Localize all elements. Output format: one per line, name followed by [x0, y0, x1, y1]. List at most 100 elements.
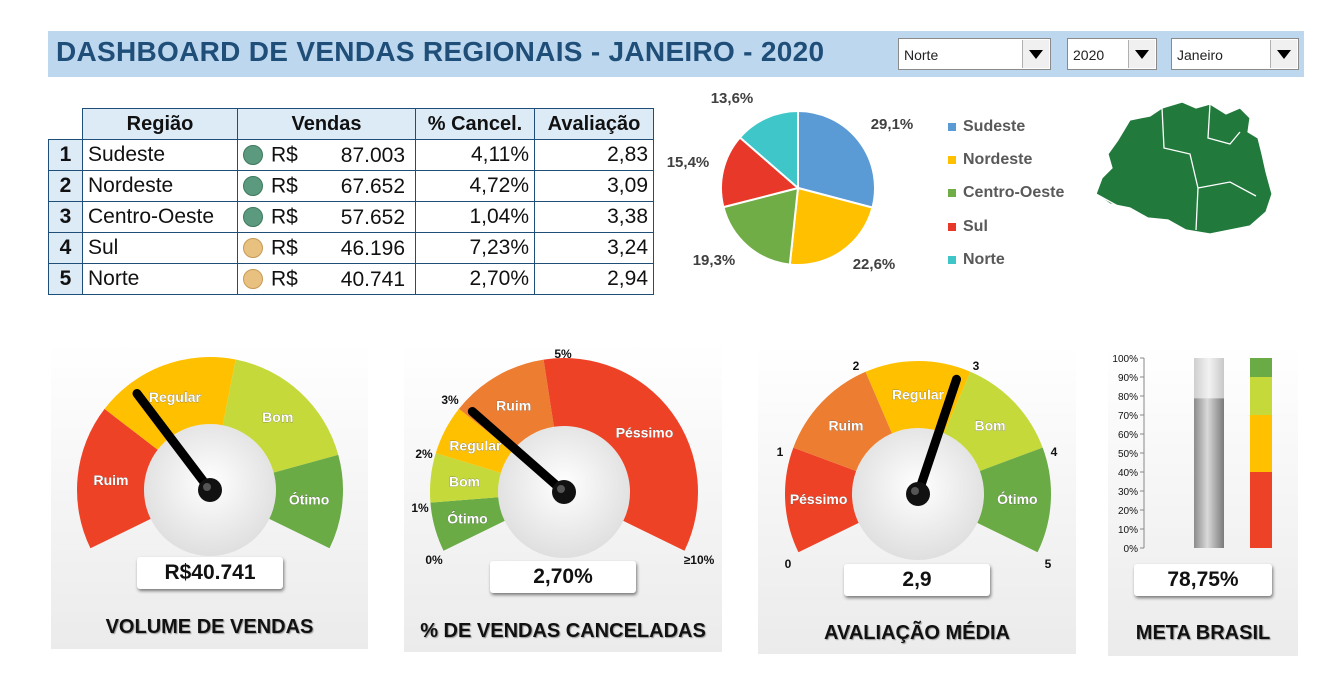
- rank-cell: 1: [48, 139, 83, 171]
- status-dot-icon: [243, 269, 263, 290]
- gauge-tick-label: 5: [1045, 557, 1052, 571]
- gauge-zone-label: Bom: [449, 473, 480, 489]
- vendas-cell: R$ 67.652: [237, 170, 416, 202]
- gauge-zone-label: Péssimo: [790, 491, 848, 507]
- table-row: 1 Sudeste R$ 87.003 4,11% 2,83: [48, 139, 654, 171]
- chevron-down-icon[interactable]: [1128, 40, 1155, 68]
- cancel-cell: 7,23%: [415, 232, 535, 264]
- table-row: 4 Sul R$ 46.196 7,23% 3,24: [48, 232, 654, 264]
- gauge-needle-hub: [906, 482, 930, 506]
- volume-gauge-title: VOLUME DE VENDAS: [105, 616, 314, 638]
- column-header-vendas: Vendas: [237, 108, 416, 140]
- goal-axis-tick: 10%: [1118, 525, 1138, 536]
- page-title: DASHBOARD DE VENDAS REGIONAIS - JANEIRO …: [56, 36, 825, 67]
- rating-gauge-panel: Péssimo Ruim Regular Bom Ótimo 0 1 2 3 4 5 2,9 AVA…: [758, 346, 1076, 654]
- goal-bar-chart: 100% 90% 80% 70% 60% 50% 40% 30% 20% 10% 0%: [1112, 354, 1272, 555]
- gauge-zone-label: Regular: [449, 438, 502, 454]
- cancel-gauge-panel: Ótimo Bom Regular Ruim Péssimo 0% 1% 2% 3% 5% ≥10%…: [404, 342, 722, 652]
- cancel-gauge-title: % DE VENDAS CANCELADAS: [420, 620, 706, 642]
- volume-readout: R$40.741: [137, 557, 283, 589]
- regiao-cell: Norte: [82, 263, 238, 295]
- rank-cell: 3: [48, 201, 83, 233]
- gauge-zone-label: Ruim: [828, 417, 863, 433]
- month-dropdown[interactable]: Janeiro: [1171, 38, 1299, 70]
- volume-gauge-panel: Ruim Regular Bom Ótimo R$40.741 VOLUME DE V…: [51, 342, 368, 649]
- gauge-tick-label: 5%: [554, 347, 572, 361]
- table-row: 5 Norte R$ 40.741 2,70% 2,94: [48, 263, 654, 295]
- status-dot-icon: [243, 176, 263, 197]
- legend-label: Nordeste: [963, 150, 1033, 168]
- gauge-tick-label: 1%: [411, 501, 429, 515]
- currency-label: R$: [271, 174, 298, 198]
- table-corner: [48, 108, 83, 140]
- goal-band-1: [1250, 415, 1272, 472]
- goal-axis-tick: 40%: [1118, 468, 1138, 479]
- goal-band-2: [1250, 377, 1272, 415]
- pie-data-label: 15,4%: [667, 154, 710, 171]
- goal-axis-tick: 20%: [1118, 506, 1138, 517]
- gauge-zone-label: Ruim: [496, 398, 531, 414]
- avaliacao-cell: 3,24: [534, 232, 654, 264]
- gauge-zone-label: Ruim: [94, 472, 129, 488]
- cancel-cell: 1,04%: [415, 201, 535, 233]
- rating-gauge-title: AVALIAÇÃO MÉDIA: [824, 622, 1010, 644]
- year-dropdown[interactable]: 2020: [1067, 38, 1157, 70]
- goal-band-0: [1250, 472, 1272, 548]
- currency-label: R$: [271, 236, 298, 260]
- cancel-cell: 2,70%: [415, 263, 535, 295]
- chevron-down-icon[interactable]: [1270, 40, 1297, 68]
- status-dot-icon: [243, 145, 263, 166]
- pie-data-label: 13,6%: [711, 90, 754, 107]
- vendas-cell: R$ 46.196: [237, 232, 416, 264]
- vendas-value: 40.741: [340, 268, 405, 291]
- regiao-cell: Centro-Oeste: [82, 201, 238, 233]
- gauge-zone-label: Ótimo: [289, 490, 329, 507]
- cancel-gauge: Ótimo Bom Regular Ruim Péssimo 0% 1% 2% 3% 5% ≥10%: [411, 347, 715, 567]
- gauge-zone-label: Ótimo: [447, 509, 487, 526]
- avaliacao-cell: 3,38: [534, 201, 654, 233]
- month-dropdown-value: Janeiro: [1177, 47, 1223, 63]
- gauge-zone-label: Bom: [262, 409, 293, 425]
- legend-swatch: [948, 155, 956, 164]
- legend-swatch: [948, 189, 956, 198]
- gauge-tick-label: 2%: [415, 447, 433, 461]
- goal-axis-tick: 50%: [1118, 449, 1138, 460]
- goal-title: META BRASIL: [1135, 622, 1271, 644]
- column-header-cancel: % Cancel.: [415, 108, 535, 140]
- gauge-tick-label: 2: [853, 359, 860, 373]
- vendas-value: 87.003: [340, 144, 405, 167]
- regiao-cell: Sudeste: [82, 139, 238, 171]
- legend-label: Sul: [963, 217, 988, 235]
- pie-legend: Sudeste Nordeste Centro-Oeste Sul Norte: [948, 110, 1064, 276]
- column-header-avaliacao: Avaliação: [534, 108, 654, 140]
- sales-share-pie-chart: 29,1% 22,6% 19,3% 15,4% 13,6%: [667, 90, 914, 273]
- gauge-needle-hub: [198, 478, 222, 502]
- year-dropdown-value: 2020: [1073, 47, 1105, 63]
- legend-swatch: [948, 122, 956, 131]
- chevron-down-icon[interactable]: [1022, 40, 1049, 68]
- gauge-tick-label: 1: [777, 445, 784, 459]
- goal-axis-tick: 80%: [1118, 392, 1138, 403]
- map-shape: [1095, 101, 1273, 235]
- gauge-tick-label: ≥10%: [684, 553, 715, 567]
- vendas-cell: R$ 57.652: [237, 201, 416, 233]
- avaliacao-cell: 2,83: [534, 139, 654, 171]
- cancel-cell: 4,11%: [415, 139, 535, 171]
- vendas-value: 46.196: [340, 237, 405, 260]
- vendas-value: 67.652: [340, 175, 405, 198]
- region-dropdown[interactable]: Norte: [898, 38, 1051, 70]
- legend-item: Centro-Oeste: [948, 177, 1064, 210]
- gauge-zone-label: Regular: [892, 387, 945, 403]
- sales-table: Região Vendas % Cancel. Avaliação 1 Sude…: [48, 108, 654, 295]
- region-dropdown-value: Norte: [904, 47, 939, 63]
- legend-swatch: [948, 222, 956, 231]
- rank-cell: 4: [48, 232, 83, 264]
- cancel-cell: 4,72%: [415, 170, 535, 202]
- pie-data-label: 19,3%: [693, 252, 736, 269]
- vendas-cell: R$ 87.003: [237, 139, 416, 171]
- gauge-tick-label: 0%: [425, 553, 443, 567]
- status-dot-icon: [243, 238, 263, 259]
- goal-axis-tick: 30%: [1118, 487, 1138, 498]
- gauge-needle-hub-shine: [557, 485, 565, 493]
- goal-axis-tick: 70%: [1118, 411, 1138, 422]
